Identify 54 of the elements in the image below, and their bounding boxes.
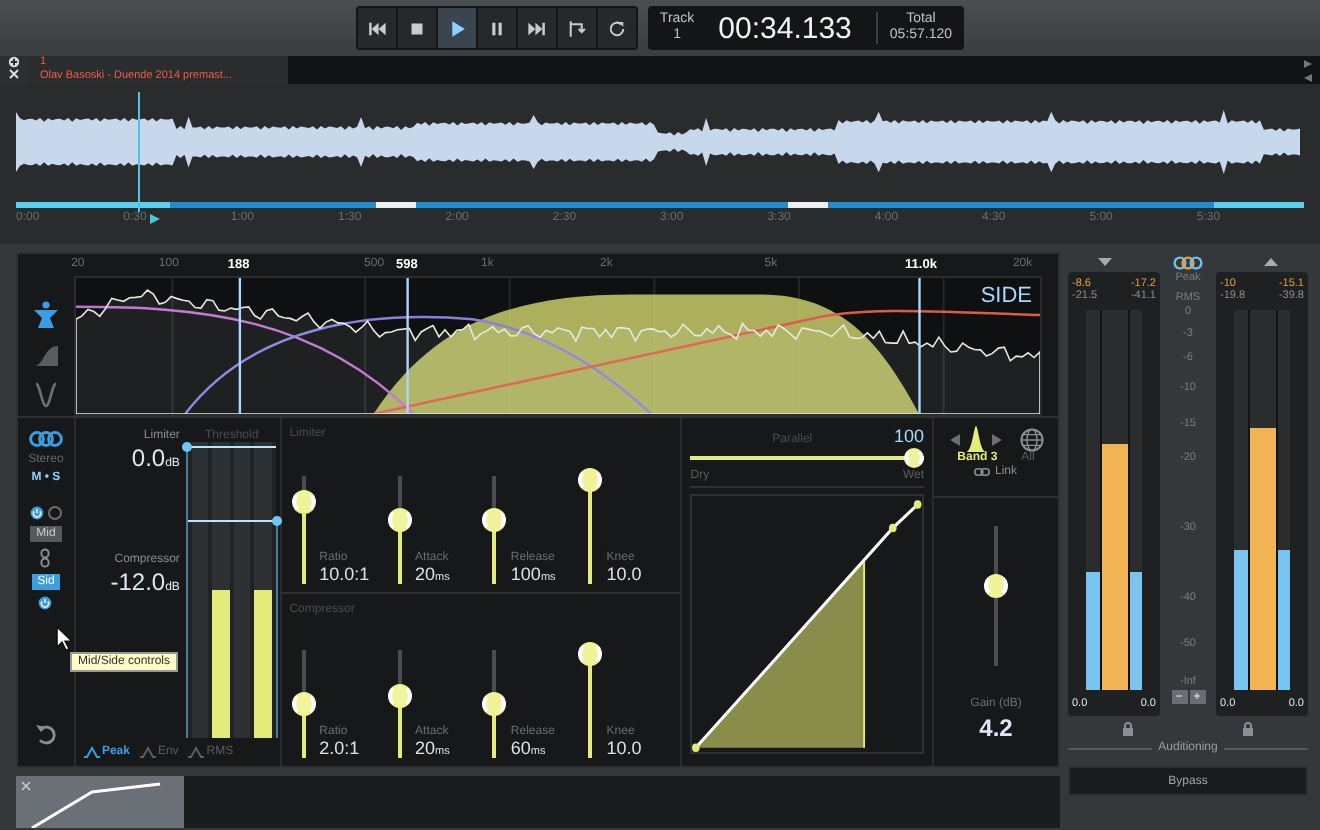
loop-region-button[interactable]	[557, 8, 596, 48]
gain-value: 4.2	[979, 714, 1013, 742]
play-button[interactable]	[437, 8, 476, 48]
globe-icon[interactable]	[1019, 427, 1043, 451]
parameter-slider[interactable]	[387, 475, 412, 583]
close-icon[interactable]	[8, 68, 20, 80]
skip-forward-icon	[525, 17, 548, 39]
parallel-value: 100	[893, 426, 924, 446]
add-icon[interactable]	[8, 56, 20, 68]
module-thumbnail[interactable]	[16, 776, 184, 828]
skip-back-button[interactable]	[357, 8, 396, 48]
down-triangle-icon[interactable]	[1098, 258, 1112, 266]
shelf-curve-icon[interactable]	[32, 340, 60, 368]
figure-icon[interactable]	[32, 300, 60, 328]
chain-link-icon[interactable]	[40, 548, 51, 568]
parameter-slider[interactable]	[482, 650, 507, 758]
threshold-slider[interactable]	[181, 442, 192, 738]
channel-label: SIDE	[980, 284, 1032, 308]
power-icon[interactable]	[38, 596, 53, 610]
lock-icon[interactable]	[1242, 722, 1254, 736]
parameter-value: 10.0	[606, 563, 642, 583]
band-shape-icon[interactable]	[965, 426, 985, 452]
link-icon	[974, 468, 991, 476]
repeat-icon	[605, 17, 628, 39]
linked-rings-icon[interactable]	[27, 430, 64, 448]
pause-button[interactable]	[477, 8, 516, 48]
previous-band-icon[interactable]	[949, 433, 959, 445]
spectrum-graph[interactable]: SIDE	[74, 276, 1042, 416]
parameter-slider[interactable]	[387, 650, 412, 758]
parameter-value: 10.0	[606, 738, 642, 758]
gain-slider[interactable]	[984, 526, 1008, 666]
parameter-value: 2.0:1	[319, 738, 360, 758]
up-triangle-icon[interactable]	[1264, 258, 1278, 266]
skip-back-icon	[365, 17, 388, 39]
notch-curve-icon[interactable]	[32, 380, 60, 408]
loop-region-icon	[565, 17, 588, 39]
linked-rings-icon[interactable]	[1172, 255, 1204, 269]
parameter-value: 10.0:1	[319, 563, 370, 583]
transfer-curve-graph[interactable]	[690, 494, 924, 754]
next-band-icon[interactable]	[991, 433, 1001, 445]
parameter-slider[interactable]	[482, 475, 507, 583]
skip-forward-button[interactable]	[517, 8, 556, 48]
parameter-slider[interactable]	[291, 475, 316, 583]
mix-slider[interactable]	[690, 448, 924, 468]
stop-button[interactable]	[397, 8, 436, 48]
undo-icon[interactable]	[33, 722, 58, 746]
mouse-cursor-icon	[56, 626, 74, 652]
current-time: 00:34.133	[716, 11, 854, 45]
lock-icon[interactable]	[1122, 722, 1134, 736]
playhead-icon	[150, 213, 161, 223]
playhead-line[interactable]	[137, 92, 140, 212]
repeat-button[interactable]	[597, 8, 636, 48]
power-icon[interactable]	[29, 506, 44, 520]
parameter-slider[interactable]	[291, 650, 316, 758]
